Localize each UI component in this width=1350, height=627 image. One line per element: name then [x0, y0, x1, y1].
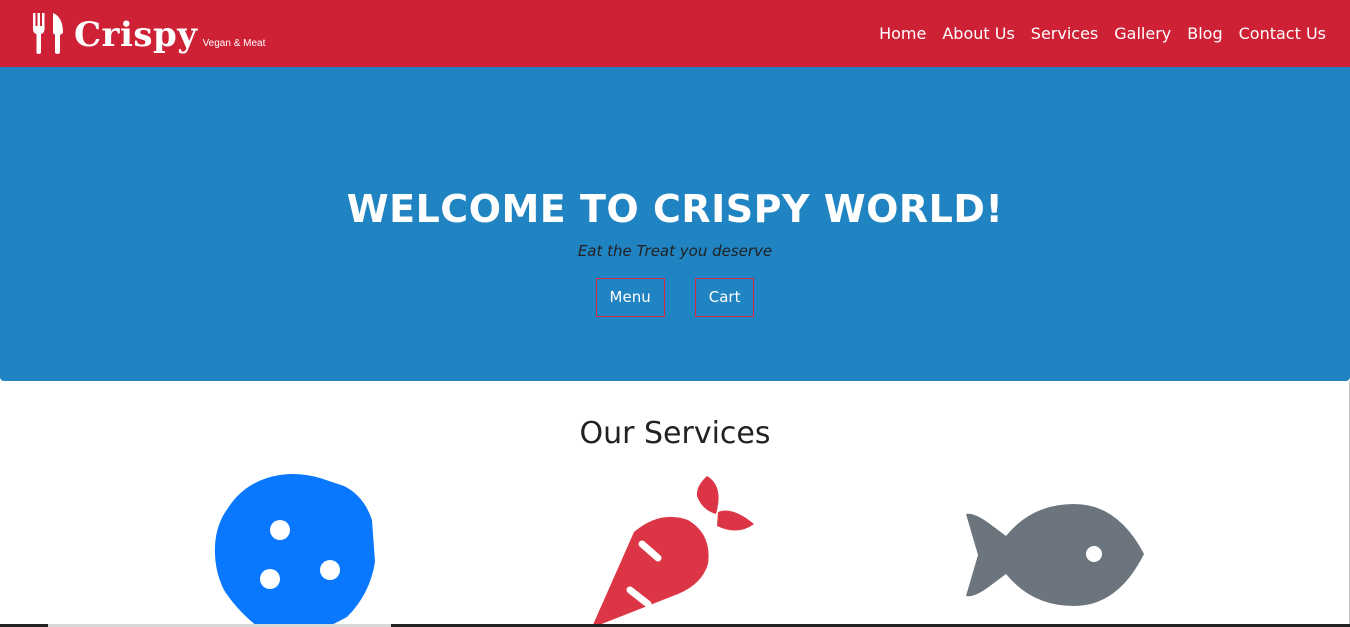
carrot-icon — [592, 476, 754, 627]
navbar: Crispy Vegan & Meat Home About Us Servic… — [0, 0, 1350, 67]
cart-button[interactable]: Cart — [694, 278, 755, 317]
brand-logo[interactable]: Crispy Vegan & Meat — [32, 12, 266, 55]
services-title: Our Services — [579, 416, 771, 451]
nav-about-us[interactable]: About Us — [942, 24, 1014, 43]
hero-buttons: Menu Cart — [0, 278, 1350, 317]
fish-icon — [966, 504, 1144, 606]
nav-links: Home About Us Services Gallery Blog Cont… — [879, 24, 1326, 43]
brand-tagline: Vegan & Meat — [202, 37, 266, 49]
hero-subtitle: Eat the Treat you deserve — [577, 242, 773, 260]
nav-blog[interactable]: Blog — [1187, 24, 1222, 43]
brand-name: Crispy — [74, 14, 198, 55]
nav-home[interactable]: Home — [879, 24, 926, 43]
hero-title: WELCOME TO CRISPY WORLD! — [346, 187, 1004, 231]
nav-contact-us[interactable]: Contact Us — [1239, 24, 1326, 43]
utensils-icon — [33, 12, 63, 54]
hero-banner: WELCOME TO CRISPY WORLD! Eat the Treat y… — [0, 67, 1350, 381]
nav-gallery[interactable]: Gallery — [1114, 24, 1171, 43]
cookie-icon — [214, 474, 375, 627]
nav-services[interactable]: Services — [1031, 24, 1098, 43]
menu-button[interactable]: Menu — [595, 278, 665, 317]
